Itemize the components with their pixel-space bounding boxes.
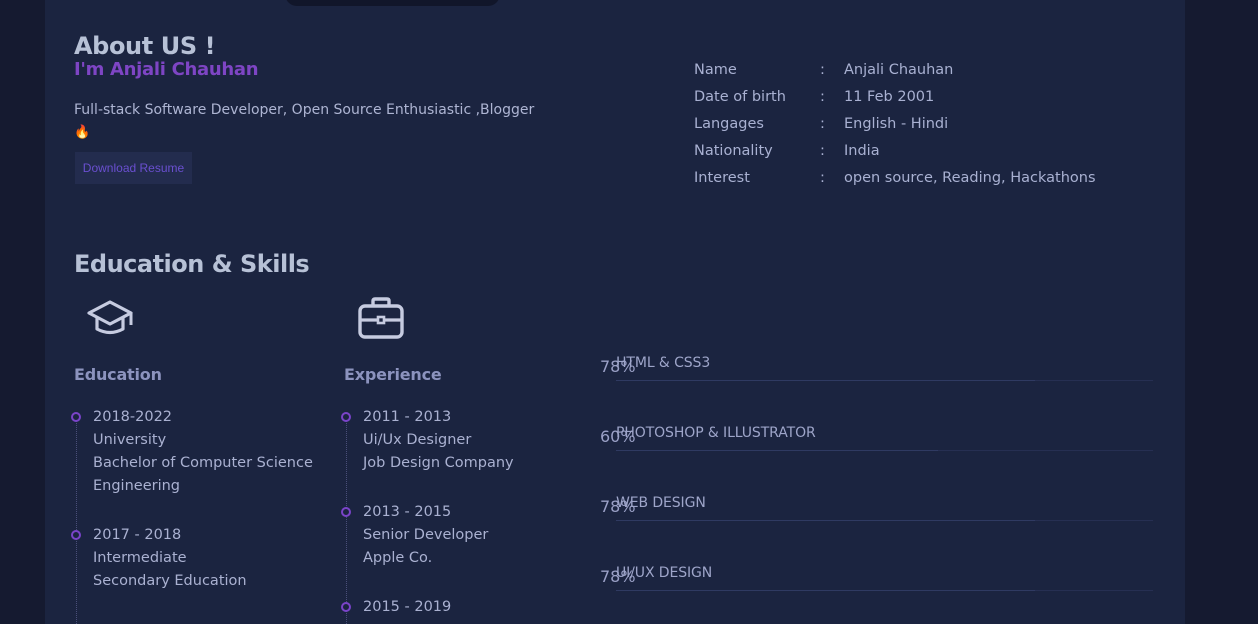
education-item: 2018-2022 University Bachelor of Compute… bbox=[71, 406, 313, 498]
info-value: English - Hindi bbox=[844, 116, 949, 132]
info-value: 11 Feb 2001 bbox=[844, 89, 935, 105]
timeline-dot bbox=[341, 507, 351, 517]
education-title: Education bbox=[74, 365, 162, 384]
education-timeline: 2018-2022 University Bachelor of Compute… bbox=[71, 409, 313, 624]
experience-years: 2011 - 2013 bbox=[363, 409, 452, 425]
education-item: 2017 - 2018 Intermediate Secondary Educa… bbox=[71, 524, 247, 593]
info-label: Interest bbox=[694, 170, 750, 186]
info-colon: : bbox=[820, 89, 825, 105]
education-years: 2018-2022 bbox=[93, 409, 173, 425]
experience-company: Job Design Company bbox=[363, 455, 514, 471]
skill-name: HTML & CSS3 bbox=[616, 355, 711, 371]
about-description: Full-stack Software Developer, Open Sour… bbox=[74, 99, 544, 144]
download-resume-button[interactable]: Download Resume bbox=[75, 152, 192, 184]
skill-progress-track bbox=[616, 590, 1153, 591]
skill-progress-fill bbox=[616, 380, 1035, 381]
about-title: About US ! bbox=[74, 32, 216, 60]
education-institution: Intermediate bbox=[93, 550, 187, 566]
skill-progress-fill bbox=[616, 520, 1035, 521]
skill-progress-fill bbox=[616, 450, 939, 451]
experience-timeline: 2011 - 2013 Ui/Ux Designer Job Design Co… bbox=[341, 409, 514, 624]
info-value: Anjali Chauhan bbox=[844, 62, 954, 78]
timeline-dot bbox=[341, 602, 351, 612]
skill-ui-ux-design: 78% UI/UX DESIGN bbox=[600, 565, 1153, 595]
education-degree-cont: Engineering bbox=[93, 478, 180, 494]
experience-years: 2013 - 2015 bbox=[363, 504, 452, 520]
about-description-text: Full-stack Software Developer, Open Sour… bbox=[74, 102, 535, 118]
info-label: Langages bbox=[694, 116, 764, 132]
experience-item: 2013 - 2015 Senior Developer Apple Co. bbox=[341, 501, 489, 570]
info-label: Name bbox=[694, 62, 737, 78]
experience-role: Ui/Ux Designer bbox=[363, 432, 472, 448]
skill-name: PHOTOSHOP & ILLUSTRATOR bbox=[616, 425, 816, 441]
education-degree: Bachelor of Computer Science bbox=[93, 455, 313, 471]
timeline-dot bbox=[71, 530, 81, 540]
experience-role: Senior Developer bbox=[363, 527, 489, 543]
skill-web-design: 78% WEB DESIGN bbox=[600, 495, 1153, 525]
skill-name: UI/UX DESIGN bbox=[616, 565, 713, 581]
experience-company: Apple Co. bbox=[363, 550, 433, 566]
info-label: Nationality bbox=[694, 143, 773, 159]
skill-photoshop-illustrator: 60% PHOTOSHOP & ILLUSTRATOR bbox=[600, 425, 1153, 455]
info-colon: : bbox=[820, 116, 825, 132]
graduation-cap-icon bbox=[86, 298, 134, 344]
education-institution: University bbox=[93, 432, 167, 448]
about-panel: About US ! I'm Anjali Chauhan Full-stack… bbox=[45, 0, 1185, 624]
info-colon: : bbox=[820, 170, 825, 186]
header-notch bbox=[285, 0, 500, 6]
experience-years: 2015 - 2019 bbox=[363, 599, 452, 615]
skill-progress-fill bbox=[616, 590, 1035, 591]
education-years: 2017 - 2018 bbox=[93, 527, 182, 543]
about-subtitle: I'm Anjali Chauhan bbox=[74, 59, 259, 80]
experience-item: 2015 - 2019 bbox=[341, 596, 452, 619]
info-value: India bbox=[844, 143, 880, 159]
timeline-dot bbox=[71, 412, 81, 422]
education-degree: Secondary Education bbox=[93, 573, 247, 589]
briefcase-icon bbox=[357, 296, 405, 344]
skill-progress-track bbox=[616, 380, 1153, 381]
info-value: open source, Reading, Hackathons bbox=[844, 170, 1096, 186]
info-label: Date of birth bbox=[694, 89, 786, 105]
experience-title: Experience bbox=[344, 365, 442, 384]
info-colon: : bbox=[820, 143, 825, 159]
skill-html-css: 78% HTML & CSS3 bbox=[600, 355, 1153, 385]
education-skills-title: Education & Skills bbox=[74, 250, 310, 278]
skill-name: WEB DESIGN bbox=[616, 495, 706, 511]
experience-item: 2011 - 2013 Ui/Ux Designer Job Design Co… bbox=[341, 406, 514, 475]
info-colon: : bbox=[820, 62, 825, 78]
skill-progress-track bbox=[616, 450, 1153, 451]
skill-progress-track bbox=[616, 520, 1153, 521]
timeline-dot bbox=[341, 412, 351, 422]
fire-icon: 🔥 bbox=[74, 125, 91, 140]
